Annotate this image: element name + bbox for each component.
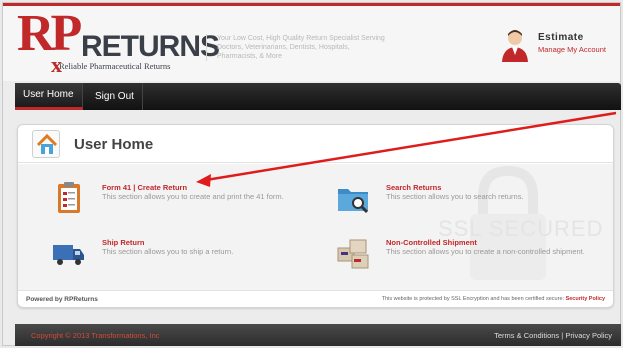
ship-return-desc: This section allows you to ship a return… [102, 247, 234, 256]
manage-account-link[interactable]: Manage My Account [538, 45, 606, 54]
account-area: Estimate Manage My Account [500, 28, 620, 68]
main-nav: User Home Sign Out [15, 83, 621, 110]
nav-sign-out[interactable]: Sign Out [87, 83, 143, 110]
home-button[interactable] [32, 130, 60, 158]
header-description: Your Low Cost, High Quality Return Speci… [206, 34, 386, 61]
footer-links: Terms & Conditions | Privacy Policy [494, 331, 612, 340]
ship-return-section[interactable]: Ship Return This section allows you to s… [52, 236, 312, 278]
non-controlled-link[interactable]: Non-Controlled Shipment [386, 238, 477, 247]
logo-rp: RP [17, 5, 82, 62]
search-returns-link[interactable]: Search Returns [386, 183, 441, 192]
rpreturns-logo[interactable]: RP x RETURNS Reliable Pharmaceutical Ret… [17, 8, 220, 76]
form41-section[interactable]: Form 41 | Create Return This section all… [52, 181, 312, 223]
privacy-link[interactable]: Privacy Policy [565, 331, 612, 340]
non-controlled-section[interactable]: Non-Controlled Shipment This section all… [336, 236, 596, 278]
boxes-icon [337, 239, 369, 269]
house-icon [36, 133, 58, 154]
truck-icon [53, 245, 84, 265]
clipboard-form-icon [58, 182, 80, 213]
panel-header: User Home [18, 125, 613, 163]
site-footer: Copyright © 2013 Transformations, Inc Te… [15, 324, 621, 346]
panel-footer: Powered by RPReturns This website is pro… [18, 290, 613, 307]
browser-frame: RP x RETURNS Reliable Pharmaceutical Ret… [2, 2, 621, 346]
user-avatar-icon [502, 30, 528, 62]
search-returns-section[interactable]: Search Returns This section allows you t… [336, 181, 596, 223]
ssl-note: This website is protected by SSL Encrypt… [382, 296, 605, 302]
terms-link[interactable]: Terms & Conditions [494, 331, 559, 340]
powered-by: Powered by RPReturns [26, 296, 98, 303]
logo-tagline: Reliable Pharmaceutical Returns [59, 61, 171, 71]
panel-body: SSL SECURED Form 41 | Create Return This… [18, 164, 613, 290]
ship-return-link[interactable]: Ship Return [102, 238, 145, 247]
site-header: RP x RETURNS Reliable Pharmaceutical Ret… [3, 3, 620, 81]
form41-link[interactable]: Form 41 | Create Return [102, 183, 187, 192]
form41-desc: This section allows you to create and pr… [102, 192, 284, 201]
ssl-note-text: This website is protected by SSL Encrypt… [381, 296, 565, 302]
non-controlled-desc: This section allows you to create a non-… [386, 247, 585, 256]
folder-search-icon [338, 189, 369, 214]
nav-user-home[interactable]: User Home [15, 83, 83, 110]
user-home-panel: User Home SSL SECURED Form 41 | Create R… [17, 124, 614, 308]
page-title: User Home [74, 136, 154, 153]
search-returns-desc: This section allows you to search return… [386, 192, 524, 201]
security-policy-link[interactable]: Security Policy [566, 296, 605, 302]
footer-separator: | [561, 331, 564, 340]
copyright: Copyright © 2013 Transformations, Inc [31, 331, 160, 340]
account-name: Estimate [538, 32, 584, 43]
logo-returns: RETURNS [81, 30, 220, 63]
